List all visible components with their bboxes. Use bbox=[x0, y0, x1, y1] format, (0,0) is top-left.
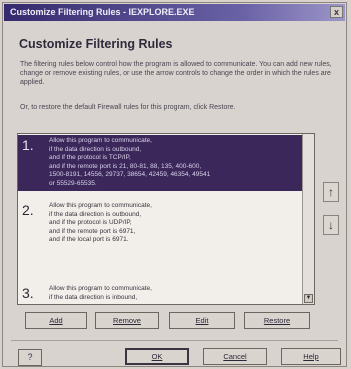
rule-line: and if the remote port is 6971, bbox=[49, 227, 136, 235]
edit-button[interactable]: Edit bbox=[169, 312, 235, 329]
arrow-down-icon: ↓ bbox=[328, 218, 334, 232]
rule-line: Allow this program to communicate, bbox=[49, 137, 152, 144]
close-icon: x bbox=[333, 7, 339, 17]
help-icon-button[interactable]: ? bbox=[18, 349, 42, 366]
help-icon: ? bbox=[27, 352, 33, 362]
rule-line: and if the local port is 6971. bbox=[49, 236, 129, 244]
rule-line: if the data direction is inbound, bbox=[49, 293, 138, 301]
rule-description: Allow this program to communicate, if th… bbox=[49, 202, 299, 245]
arrow-up-icon: ↑ bbox=[328, 185, 334, 199]
restore-note: Or, to restore the default Firewall rule… bbox=[20, 104, 236, 111]
window-title: Customize Filtering Rules - IEXPLORE.EXE bbox=[10, 7, 195, 17]
restore-button[interactable]: Restore bbox=[244, 312, 310, 329]
rule-item-1[interactable]: 1. Allow this program to communicate, if… bbox=[18, 135, 302, 191]
rules-list[interactable]: 1. Allow this program to communicate, if… bbox=[17, 133, 315, 305]
remove-button[interactable]: Remove bbox=[95, 312, 159, 329]
add-button[interactable]: Add bbox=[25, 312, 87, 329]
rule-line: or 55529-65535. bbox=[49, 179, 97, 187]
rule-description: Allow this program to communicate, if th… bbox=[49, 137, 299, 189]
rule-line: Allow this program to communicate, bbox=[49, 202, 152, 209]
rule-line: and if the protocol is TCP/IP, bbox=[49, 154, 131, 162]
ok-button[interactable]: OK bbox=[125, 348, 189, 365]
help-button[interactable]: Help bbox=[281, 348, 341, 365]
rule-line: and if the protocol is UDP/IP, bbox=[49, 219, 132, 227]
rule-item-2[interactable]: 2. Allow this program to communicate, if… bbox=[18, 200, 302, 250]
title-bar[interactable]: Customize Filtering Rules - IEXPLORE.EXE… bbox=[4, 4, 345, 21]
rule-line: 1500-8191, 14556, 29737, 38654, 42459, 4… bbox=[49, 171, 211, 179]
rule-number: 1. bbox=[22, 137, 34, 153]
rule-description: Allow this program to communicate, if th… bbox=[49, 285, 299, 302]
divider bbox=[11, 340, 338, 341]
rule-number: 3. bbox=[22, 285, 34, 301]
rule-number: 2. bbox=[22, 202, 34, 218]
rules-scrollbar[interactable]: ▼ bbox=[302, 134, 314, 304]
rule-line: Allow this program to communicate, bbox=[49, 285, 152, 292]
rule-line: if the data direction is outbound, bbox=[49, 210, 142, 218]
move-down-button[interactable]: ↓ bbox=[323, 215, 339, 235]
dialog-description: The filtering rules below control how th… bbox=[20, 61, 332, 86]
scroll-down-icon[interactable]: ▼ bbox=[304, 294, 313, 303]
close-button[interactable]: x bbox=[330, 6, 343, 18]
cancel-button[interactable]: Cancel bbox=[203, 348, 267, 365]
rule-line: if the data direction is outbound, bbox=[49, 145, 142, 153]
rule-line: and if the remote port is 21, 80-81, 88,… bbox=[49, 162, 202, 170]
move-up-button[interactable]: ↑ bbox=[323, 182, 339, 202]
customize-rules-dialog: Customize Filtering Rules - IEXPLORE.EXE… bbox=[2, 2, 347, 367]
rule-item-3[interactable]: 3. Allow this program to communicate, if… bbox=[18, 283, 302, 304]
dialog-heading: Customize Filtering Rules bbox=[19, 37, 173, 51]
